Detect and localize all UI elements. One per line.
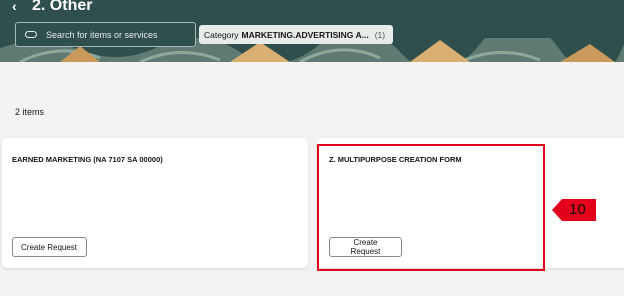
- search-icon: [25, 31, 37, 38]
- item-card: EARNED MARKETING (NA 7107 SA 00000) Crea…: [2, 138, 308, 268]
- card-title: EARNED MARKETING (NA 7107 SA 00000): [12, 155, 163, 164]
- page-title: 2. Other: [32, 0, 93, 14]
- step-number: 10: [569, 201, 586, 218]
- category-filter-chip[interactable]: Category MARKETING.ADVERTISING A... (1): [199, 25, 393, 44]
- chip-count: (1): [374, 29, 386, 40]
- back-chevron-icon[interactable]: ‹: [12, 0, 17, 13]
- chip-value: MARKETING.ADVERTISING A...: [241, 29, 369, 40]
- annotation-highlight-box: [317, 144, 545, 271]
- search-input[interactable]: Search for items or services: [15, 22, 196, 47]
- create-request-button[interactable]: Create Request: [12, 237, 87, 257]
- step-marker: 10: [552, 199, 596, 221]
- results-count: 2 items: [15, 107, 45, 117]
- chip-label: Category: [204, 29, 239, 40]
- search-placeholder: Search for items or services: [46, 29, 158, 40]
- page-header: ‹ 2. Other Search for items or services …: [0, 0, 624, 62]
